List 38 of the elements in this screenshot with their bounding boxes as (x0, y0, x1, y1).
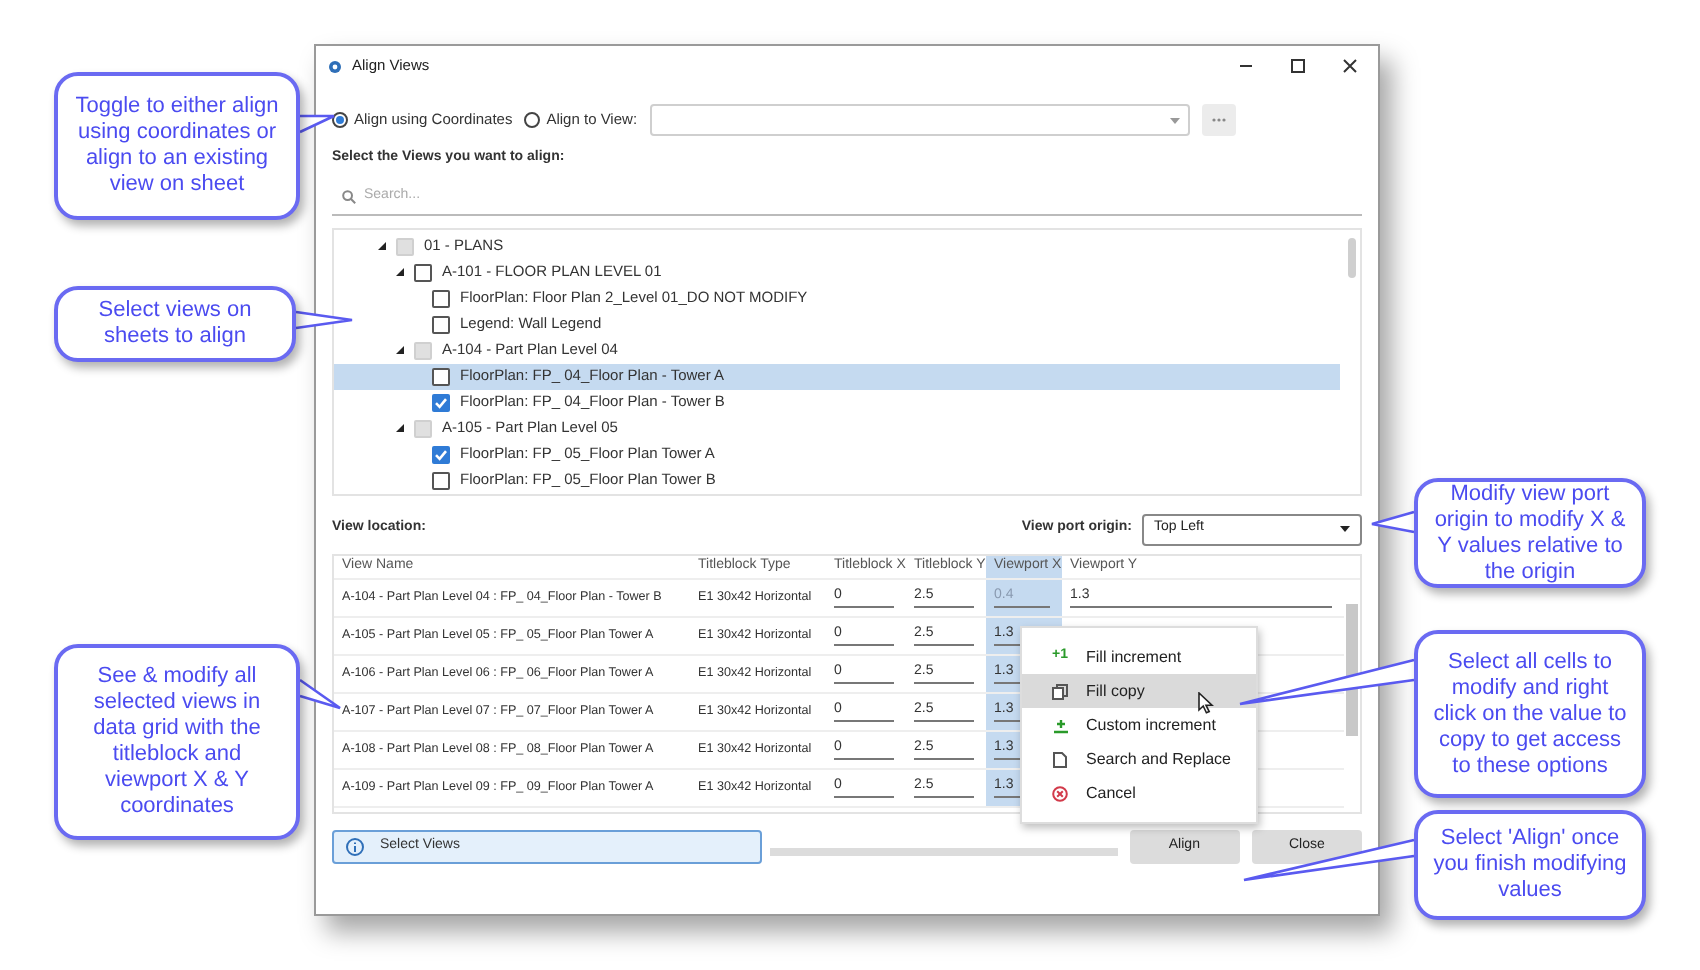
custom-increment-icon (1051, 717, 1069, 733)
mouse-cursor-icon (1198, 692, 1214, 714)
callout-bubble: Toggle to either align using coordinates or align to an existing view on sheet (54, 72, 300, 220)
checkbox-partial[interactable] (414, 341, 432, 359)
expand-icon[interactable] (396, 346, 404, 354)
checkbox[interactable] (414, 263, 432, 281)
menu-item[interactable]: Cancel (1022, 776, 1256, 810)
document-icon (1052, 751, 1068, 767)
menu-item[interactable]: Search and Replace (1022, 742, 1256, 776)
menu-item[interactable]: Custom increment (1022, 708, 1256, 742)
search-icon (342, 189, 356, 203)
checkbox-partial[interactable] (414, 419, 432, 437)
checkbox-partial[interactable] (396, 237, 414, 255)
expand-icon[interactable] (396, 268, 404, 276)
radio-button[interactable] (524, 112, 541, 128)
copy-icon (1052, 683, 1068, 699)
caret-icon (1340, 526, 1350, 532)
callout-bubble: Modify view port origin to modify X & Y values relative to the origin (1414, 478, 1646, 588)
caret-icon (1169, 117, 1180, 123)
menu-item[interactable]: Fill copy (1022, 674, 1256, 708)
scrollbar[interactable] (1348, 237, 1356, 277)
app-icon (328, 59, 342, 73)
info-icon (346, 837, 364, 855)
checkbox-checked[interactable] (432, 393, 450, 411)
cancel-icon (1052, 785, 1068, 801)
checkbox[interactable] (432, 367, 450, 385)
expand-icon[interactable] (378, 242, 386, 250)
callout-bubble: Select views on sheets to align (54, 286, 296, 362)
checkbox[interactable] (432, 289, 450, 307)
callout-bubble: See & modify all selected views in data grid with the titleblock and viewport X & Y coordinates (54, 644, 300, 840)
close-icon[interactable] (1342, 58, 1358, 74)
maximize-icon[interactable] (1290, 58, 1306, 74)
checkbox[interactable] (432, 471, 450, 489)
expand-icon[interactable] (396, 424, 404, 432)
checkbox[interactable] (432, 315, 450, 333)
callout-bubble: Select 'Align' once you finish modifying values (1414, 810, 1646, 920)
callout-bubble: Select all cells to modify and right click on the value to copy to get access to these options (1414, 630, 1646, 798)
checkbox-checked[interactable] (432, 445, 450, 463)
